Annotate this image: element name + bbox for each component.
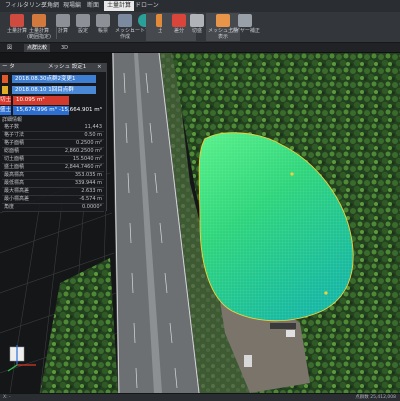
menu-item-volume[interactable]: 土量計算	[104, 1, 135, 11]
cut-label: 切土	[0, 96, 12, 105]
cut-volume-row: 切土 10.095 m³	[0, 96, 106, 105]
wire-correct-button[interactable]: ワイヤー補正	[228, 13, 262, 41]
detail-value: 11,443	[84, 124, 103, 130]
tab-pointcloud-compare[interactable]: 点群比較	[24, 44, 51, 52]
detail-label: 格子面積	[4, 140, 25, 146]
detail-row: 盛土面積 2,844.7460 m²	[2, 164, 104, 172]
detail-row: 角度 0.0000°	[2, 204, 104, 212]
vehicle	[270, 323, 296, 329]
net-volume-value: -15,664.901 m³	[59, 107, 102, 113]
detail-row: 最小標高差 -6.574 m	[2, 196, 104, 204]
wire-correct-label: ワイヤー補正	[230, 28, 260, 34]
detail-value: 353.035 m	[74, 172, 102, 178]
volume-range-icon	[32, 14, 46, 27]
cut-volume-value: 10.095 m³	[13, 96, 69, 105]
detail-label: 格子数	[4, 124, 20, 130]
detail-label: 角度	[4, 204, 15, 210]
detail-row: 最低標高 339.944 m	[2, 180, 104, 188]
cut-marker	[290, 172, 294, 176]
detail-label: 切土面積	[4, 156, 25, 162]
menu-item-site[interactable]: 現場編	[60, 1, 84, 11]
menu-item-drone[interactable]: ドローン	[132, 1, 162, 11]
detail-value: 2,844.7460 m²	[64, 164, 102, 170]
menu-item-section[interactable]: 断面	[84, 1, 102, 11]
detail-label: 最高標高	[4, 172, 25, 178]
vehicle	[286, 330, 295, 337]
detail-value: 0.0000°	[82, 204, 102, 210]
detail-value: 0.50 m	[84, 132, 102, 138]
detail-row: 総面積 2,860.2500 m²	[2, 148, 104, 156]
detail-value: 15.5040 m²	[72, 156, 102, 162]
tab-3d[interactable]: 3D	[58, 44, 71, 52]
detail-row: 最大標高差 2.633 m	[2, 188, 104, 196]
detail-value: 0.2500 m²	[76, 140, 102, 146]
detail-label: 総面積	[4, 148, 20, 154]
fill-label: 盛土	[0, 106, 12, 115]
detail-row: 格子数 11,443	[2, 124, 104, 132]
fill-volume-row: 盛土 15,674.996 m³ -15,664.901 m³	[0, 106, 106, 115]
pointcloud-label: 2018.08.10 1回目点群	[12, 86, 96, 94]
detail-row: 格子面積 0.2500 m²	[2, 140, 104, 148]
detail-row: 格子寸法 0.50 m	[2, 132, 104, 140]
pointcloud-row[interactable]: 2018.08.30点群2変更1	[0, 74, 106, 84]
detail-value: 339.944 m	[74, 180, 102, 186]
detail-label: 最大標高差	[4, 188, 30, 194]
menu-item-tin[interactable]: 三角網	[38, 1, 62, 11]
detail-header: 詳細情報	[2, 117, 23, 123]
panel-header: ー タ メッシュ 設定1 ×	[0, 63, 106, 72]
pointcloud-label: 2018.08.30点群2変更1	[12, 75, 96, 83]
detail-label: 最低標高	[4, 180, 25, 186]
detail-row: 最高標高 353.035 m	[2, 172, 104, 180]
pointcloud-swatch	[2, 86, 8, 94]
tab-map[interactable]: 図	[4, 44, 15, 52]
cut-fill-icon	[190, 14, 204, 27]
pointcloud-swatch	[2, 75, 8, 83]
volume-result-panel: ー タ メッシュ 設定1 × 2018.08.30点群2変更1 2018.08.…	[0, 63, 107, 212]
cut-marker	[324, 291, 328, 295]
detail-label: 最小標高差	[4, 196, 30, 202]
panel-title: メッシュ 設定1	[48, 64, 87, 70]
ribbon-toolbar: 土量計算 土量計算 (範囲指定) 計算 設定 帳票 メッシュ 作成 ヒートマップ…	[0, 12, 400, 43]
close-icon[interactable]: ×	[97, 63, 102, 72]
wire-correct-icon	[238, 14, 252, 27]
panel-title-left: ー タ	[2, 64, 15, 70]
vehicle	[244, 355, 252, 367]
pointcloud-row[interactable]: 2018.08.10 1回目点群	[0, 85, 106, 95]
detail-row: 切土面積 15.5040 m²	[2, 156, 104, 164]
detail-value: 2.633 m	[81, 188, 102, 194]
detail-label: 盛土面積	[4, 164, 25, 170]
detail-value: -6.574 m	[79, 196, 102, 202]
detail-label: 格子寸法	[4, 132, 25, 138]
detail-value: 2,860.2500 m²	[64, 148, 102, 154]
document-tabs: 図 点群比較 3D	[0, 43, 400, 53]
